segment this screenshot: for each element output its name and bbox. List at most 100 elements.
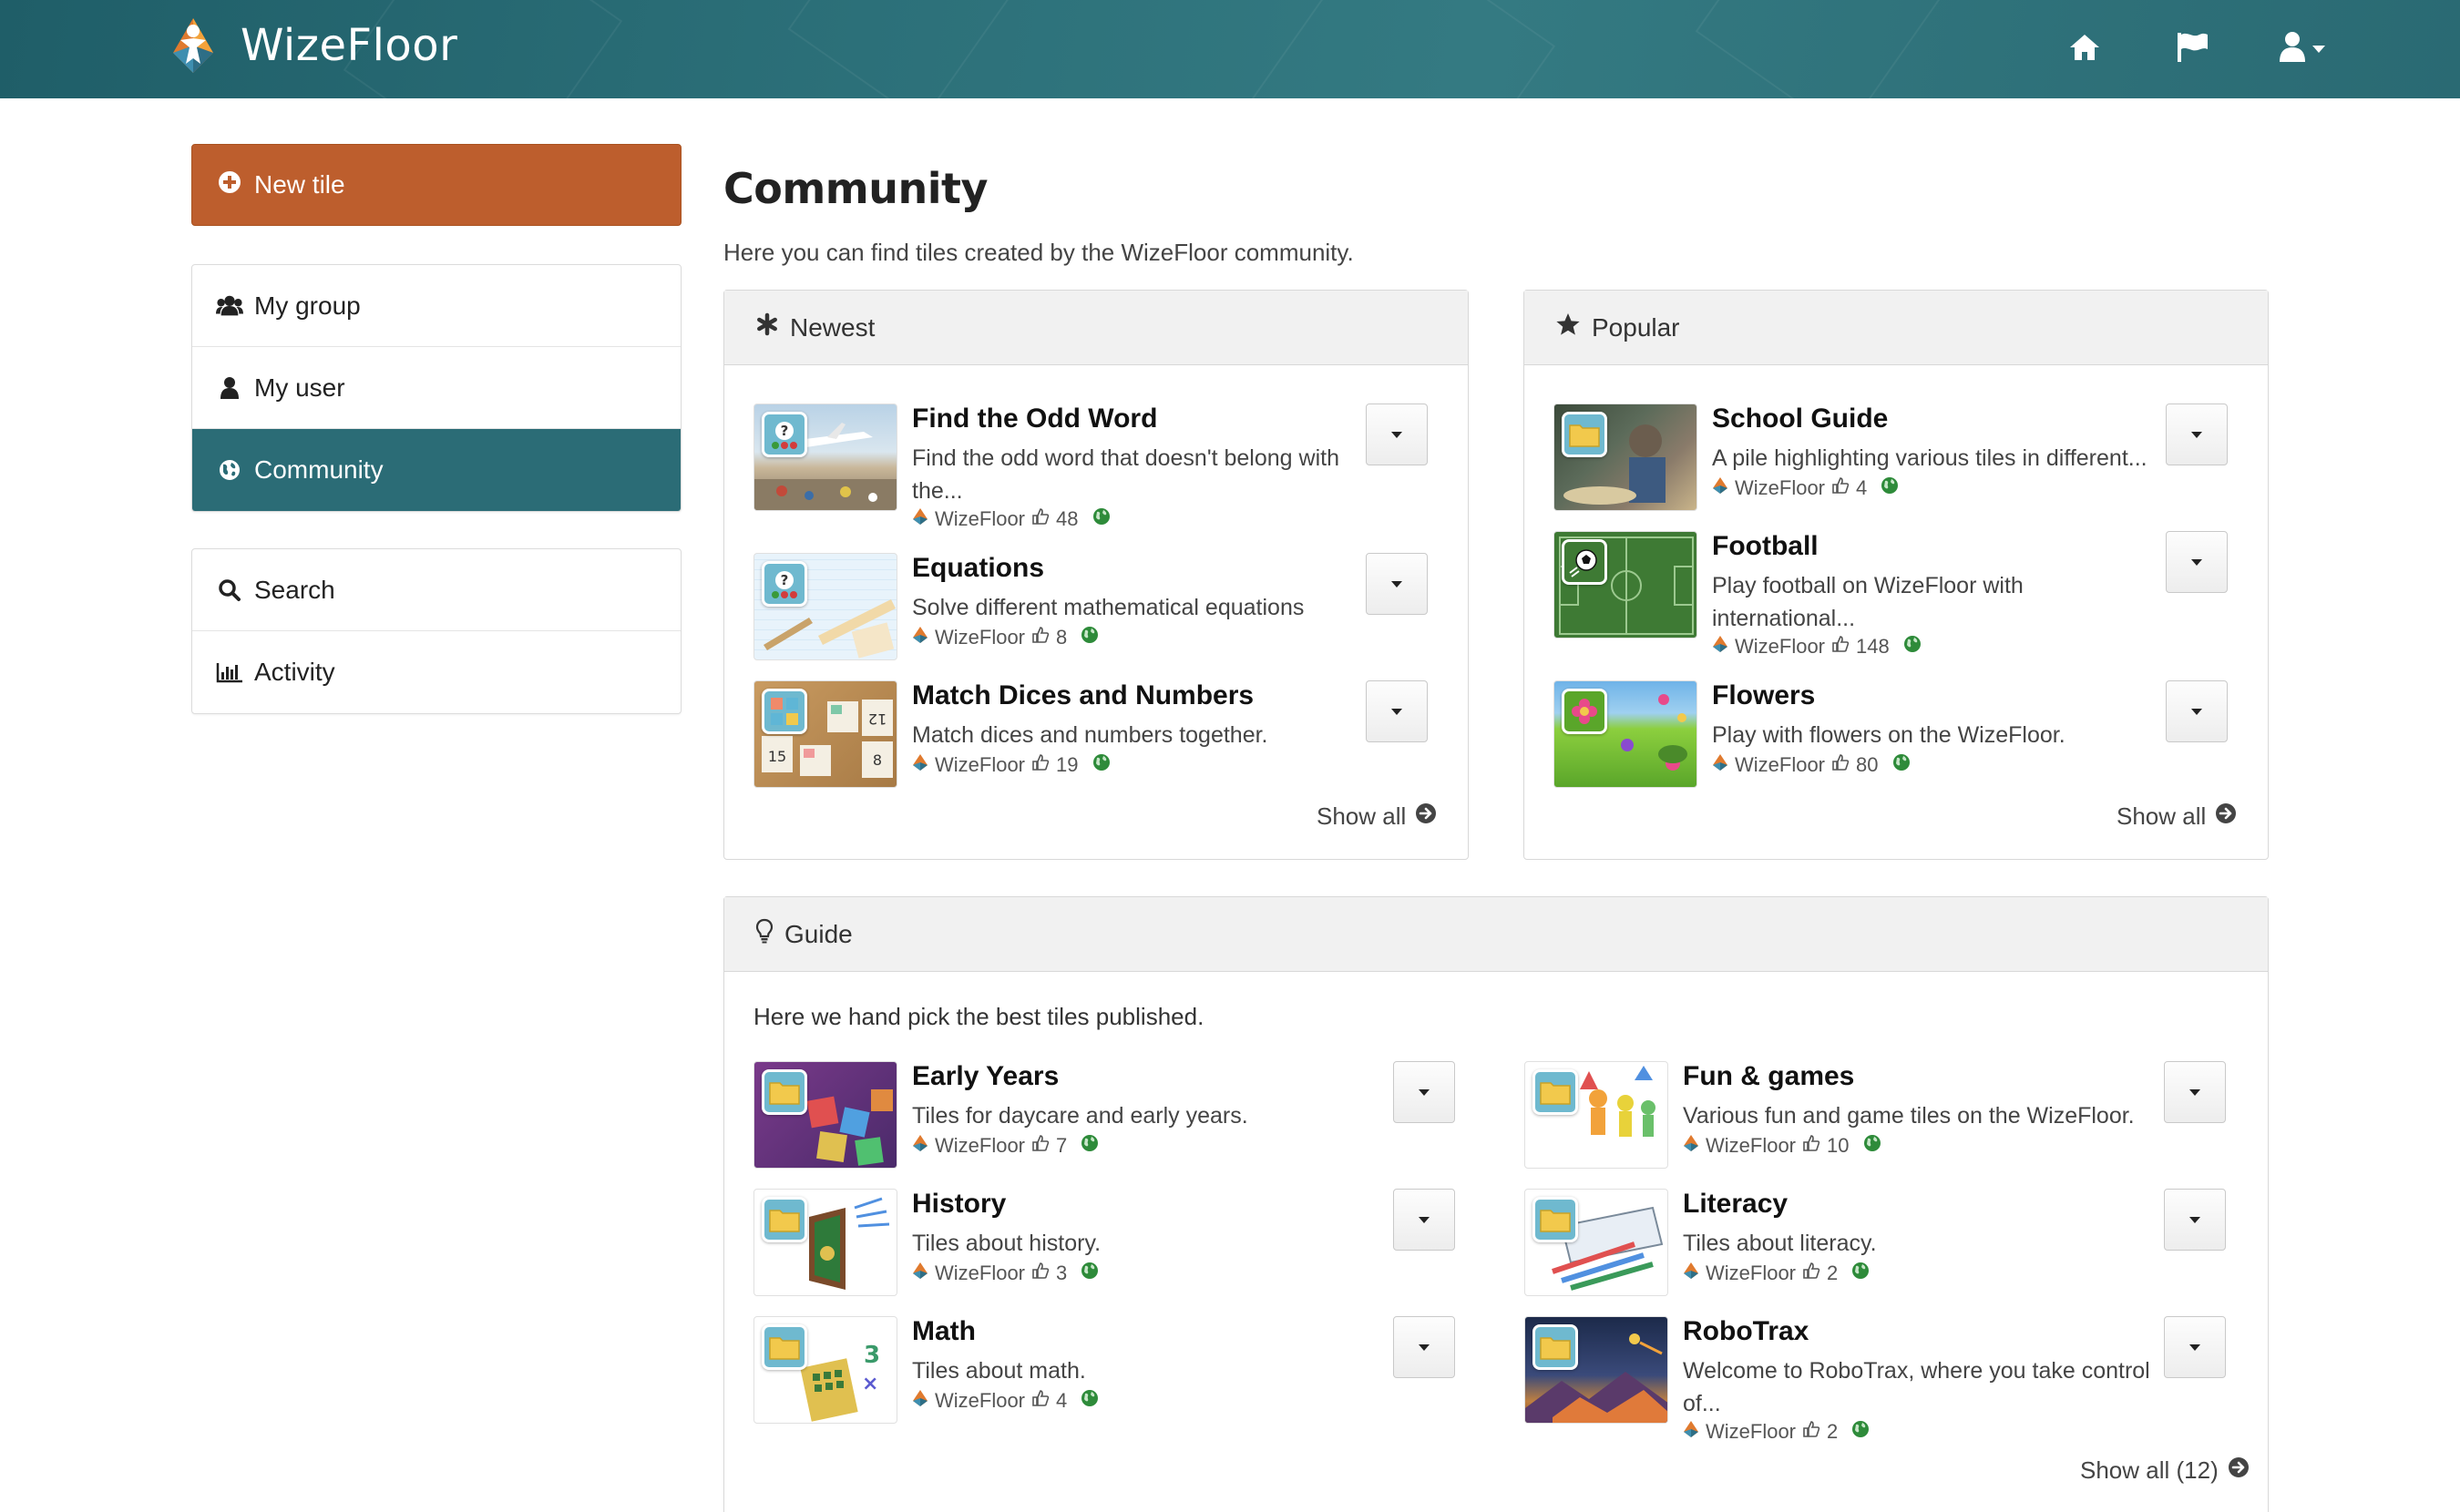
- app-logo[interactable]: WizeFloor: [160, 13, 457, 78]
- tile-card[interactable]: Flowers Play with flowers on the WizeFlo…: [1553, 680, 2246, 788]
- sidebar-item-search[interactable]: Search: [192, 549, 681, 631]
- tile-card[interactable]: 3 × Math Tiles about math. WizeFloor 4: [753, 1316, 1473, 1424]
- tile-card[interactable]: 15 12 8 Match Dices and Numbers Match di…: [753, 680, 1446, 788]
- tile-author[interactable]: WizeFloor: [1735, 635, 1825, 659]
- tile-thumbnail[interactable]: [1553, 680, 1697, 788]
- tile-dropdown-button[interactable]: [1366, 680, 1428, 742]
- sidebar-item-my-group[interactable]: My group: [192, 265, 681, 347]
- tile-title[interactable]: RoboTrax: [1683, 1316, 1809, 1347]
- tile-thumbnail[interactable]: [1524, 1061, 1668, 1169]
- tile-card[interactable]: Literacy Tiles about literacy. WizeFloor…: [1524, 1189, 2244, 1296]
- tile-author[interactable]: WizeFloor: [1735, 476, 1825, 500]
- show-all-link[interactable]: Show all: [2117, 802, 2237, 831]
- tile-thumbnail[interactable]: ?: [753, 553, 897, 660]
- svg-text:?: ?: [781, 572, 789, 588]
- tile-title[interactable]: Literacy: [1683, 1189, 1788, 1220]
- sidebar-item-my-user[interactable]: My user: [192, 347, 681, 429]
- tile-author[interactable]: WizeFloor: [935, 626, 1025, 649]
- tile-author[interactable]: WizeFloor: [935, 1389, 1025, 1413]
- tile-author[interactable]: WizeFloor: [1706, 1134, 1796, 1158]
- tile-author[interactable]: WizeFloor: [1735, 753, 1825, 777]
- tile-author[interactable]: WizeFloor: [935, 753, 1025, 777]
- thumbs-up-icon[interactable]: [1031, 1389, 1050, 1413]
- wizefloor-small-logo-icon: [912, 626, 928, 649]
- tile-title[interactable]: Match Dices and Numbers: [912, 680, 1254, 711]
- tile-thumbnail[interactable]: [1524, 1316, 1668, 1424]
- caret-down-icon: [1419, 1217, 1430, 1223]
- tile-thumbnail[interactable]: ?: [753, 404, 897, 511]
- tile-title[interactable]: History: [912, 1189, 1006, 1220]
- caret-down-icon: [2191, 432, 2202, 438]
- tile-dropdown-button[interactable]: [1393, 1189, 1455, 1251]
- tile-dropdown-button[interactable]: [2166, 680, 2228, 742]
- tile-card[interactable]: Fun & games Various fun and game tiles o…: [1524, 1061, 2244, 1169]
- tile-title[interactable]: Early Years: [912, 1061, 1059, 1092]
- thumbs-up-icon[interactable]: [1031, 1262, 1050, 1285]
- tile-title[interactable]: Football: [1712, 531, 1819, 562]
- flag-icon[interactable]: [2167, 24, 2218, 71]
- public-globe-icon: [1081, 1134, 1099, 1158]
- thumbs-up-icon[interactable]: [1031, 626, 1050, 649]
- tile-likes: 19: [1056, 753, 1079, 776]
- show-all-link[interactable]: Show all (12): [2080, 1456, 2250, 1485]
- thumbs-up-icon[interactable]: [1831, 753, 1850, 777]
- tile-dropdown-button[interactable]: [1366, 553, 1428, 615]
- tile-card[interactable]: Football Play football on WizeFloor with…: [1553, 531, 2246, 658]
- thumbs-up-icon[interactable]: [1802, 1134, 1820, 1158]
- sidebar-item-community[interactable]: Community: [192, 429, 681, 511]
- tile-thumbnail[interactable]: [753, 1189, 897, 1296]
- tile-card[interactable]: Early Years Tiles for daycare and early …: [753, 1061, 1473, 1169]
- show-all-label: Show all: [2117, 802, 2207, 830]
- tile-dropdown-button[interactable]: [2164, 1316, 2226, 1378]
- tile-thumbnail[interactable]: [1524, 1189, 1668, 1296]
- tile-dropdown-button[interactable]: [2164, 1189, 2226, 1251]
- tile-card[interactable]: School Guide A pile highlighting various…: [1553, 404, 2246, 511]
- thumbs-up-icon[interactable]: [1802, 1420, 1820, 1444]
- tile-title[interactable]: Fun & games: [1683, 1061, 1854, 1092]
- home-icon[interactable]: [2059, 24, 2110, 71]
- tile-author[interactable]: WizeFloor: [935, 1134, 1025, 1158]
- tile-dropdown-button[interactable]: [2164, 1061, 2226, 1123]
- tile-likes: 3: [1056, 1262, 1068, 1284]
- show-all-link[interactable]: Show all: [1317, 802, 1437, 831]
- tile-thumbnail[interactable]: [1553, 531, 1697, 639]
- tile-dropdown-button[interactable]: [1366, 404, 1428, 465]
- tile-title[interactable]: Math: [912, 1316, 976, 1347]
- tile-likes: 80: [1856, 753, 1879, 776]
- tile-author[interactable]: WizeFloor: [1706, 1262, 1796, 1285]
- tile-card[interactable]: History Tiles about history. WizeFloor 3: [753, 1189, 1473, 1296]
- tile-card[interactable]: ? Find the Odd Word Find the odd word th…: [753, 404, 1446, 530]
- app-name: WizeFloor: [241, 20, 458, 71]
- wizefloor-small-logo-icon: [912, 507, 928, 531]
- thumbs-up-icon[interactable]: [1802, 1262, 1820, 1285]
- tile-thumbnail[interactable]: [753, 1061, 897, 1169]
- thumbs-up-icon[interactable]: [1831, 476, 1850, 500]
- tile-dropdown-button[interactable]: [2166, 531, 2228, 593]
- tile-card[interactable]: ? Equations Solve different mathematical…: [753, 553, 1446, 660]
- tile-desc-line: Match dices and numbers together.: [912, 722, 1268, 748]
- tile-thumbnail[interactable]: 15 12 8: [753, 680, 897, 788]
- tile-card[interactable]: RoboTrax Welcome to RoboTrax, where you …: [1524, 1316, 2244, 1443]
- thumbs-up-icon[interactable]: [1031, 507, 1050, 531]
- thumbs-up-icon[interactable]: [1031, 1134, 1050, 1158]
- tile-author[interactable]: WizeFloor: [935, 1262, 1025, 1285]
- tile-thumbnail[interactable]: [1553, 404, 1697, 511]
- tile-dropdown-button[interactable]: [2166, 404, 2228, 465]
- thumbs-up-icon[interactable]: [1031, 753, 1050, 777]
- tile-dropdown-button[interactable]: [1393, 1316, 1455, 1378]
- sidebar-item-activity[interactable]: Activity: [192, 631, 681, 713]
- tile-dropdown-button[interactable]: [1393, 1061, 1455, 1123]
- tile-meta: WizeFloor 8: [912, 626, 1099, 649]
- tile-title[interactable]: Flowers: [1712, 680, 1815, 711]
- new-tile-button[interactable]: New tile: [191, 144, 682, 226]
- tile-likes: 2: [1827, 1262, 1839, 1284]
- tile-author[interactable]: WizeFloor: [1706, 1420, 1796, 1444]
- user-menu-icon[interactable]: [2274, 24, 2332, 71]
- tile-title[interactable]: School Guide: [1712, 404, 1888, 434]
- tile-title[interactable]: Find the Odd Word: [912, 404, 1157, 434]
- tile-title[interactable]: Equations: [912, 553, 1044, 584]
- tile-author[interactable]: WizeFloor: [935, 507, 1025, 531]
- popular-panel: Popular School Guide A pile highlighting…: [1523, 290, 2269, 860]
- tile-thumbnail[interactable]: 3 ×: [753, 1316, 897, 1424]
- thumbs-up-icon[interactable]: [1831, 635, 1850, 659]
